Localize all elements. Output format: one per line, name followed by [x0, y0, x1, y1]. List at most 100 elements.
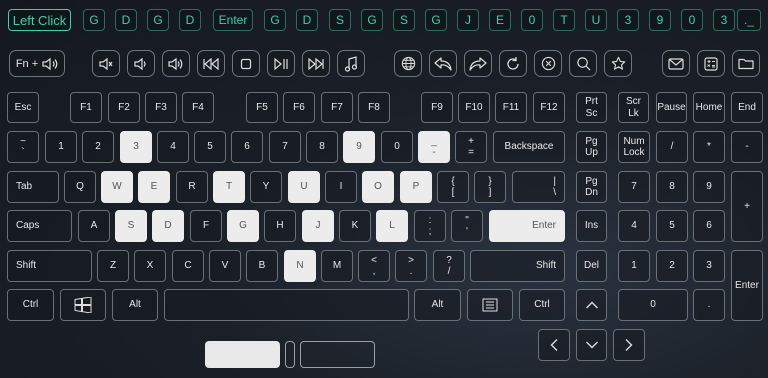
key-i[interactable]: I: [325, 171, 357, 203]
key-d[interactable]: D: [152, 210, 184, 242]
key-b[interactable]: B: [246, 250, 278, 282]
key-numpad-8[interactable]: 8: [656, 171, 688, 203]
key-page-down[interactable]: Pg Dn: [576, 171, 607, 203]
key-left-alt[interactable]: Alt: [112, 289, 158, 321]
key-minus[interactable]: _ -: [418, 131, 450, 163]
key-f4[interactable]: F4: [182, 92, 214, 123]
key-arrow-right[interactable]: [613, 329, 645, 361]
key-arrow-left[interactable]: [538, 329, 570, 361]
key-numpad-add[interactable]: +: [731, 171, 763, 242]
key-1[interactable]: 1: [45, 131, 77, 163]
browser-forward-button[interactable]: [464, 50, 492, 77]
touchpad-right-button[interactable]: [300, 341, 375, 368]
key-arrow-down[interactable]: [576, 329, 607, 361]
key-2[interactable]: 2: [82, 131, 114, 163]
volume-mute-button[interactable]: [92, 50, 120, 77]
volume-down-button[interactable]: [127, 50, 155, 77]
history-item[interactable]: G: [425, 9, 447, 31]
key-numpad-5[interactable]: 5: [656, 210, 688, 242]
key-right-bracket[interactable]: }]: [474, 171, 506, 203]
history-item[interactable]: D: [179, 9, 201, 31]
key-8[interactable]: 8: [306, 131, 338, 163]
history-item[interactable]: D: [296, 9, 318, 31]
volume-up-button[interactable]: [162, 50, 190, 77]
key-numpad-1[interactable]: 1: [618, 250, 650, 282]
key-numpad-divide[interactable]: /: [656, 131, 688, 163]
history-item-left-click[interactable]: Left Click: [8, 9, 71, 31]
history-item[interactable]: S: [393, 9, 415, 31]
key-space[interactable]: [164, 289, 409, 321]
history-item[interactable]: G: [264, 9, 286, 31]
key-delete[interactable]: Del: [576, 250, 607, 282]
key-left-ctrl[interactable]: Ctrl: [7, 289, 54, 321]
key-9[interactable]: 9: [343, 131, 375, 163]
key-print-screen[interactable]: Prt Sc: [576, 92, 607, 123]
key-numpad-0[interactable]: 0: [618, 289, 688, 321]
key-tilde[interactable]: ~ `: [7, 131, 39, 163]
key-f6[interactable]: F6: [283, 92, 315, 123]
key-5[interactable]: 5: [194, 131, 226, 163]
key-f5[interactable]: F5: [246, 92, 278, 123]
key-slash[interactable]: ? /: [433, 250, 465, 282]
music-button[interactable]: [337, 50, 365, 77]
key-right-shift[interactable]: Shift: [470, 250, 565, 282]
key-insert[interactable]: Ins: [576, 210, 607, 242]
key-enter[interactable]: Enter: [489, 210, 565, 242]
key-q[interactable]: Q: [64, 171, 96, 203]
key-s[interactable]: S: [115, 210, 147, 242]
key-left-shift[interactable]: Shift: [7, 250, 92, 282]
key-k[interactable]: K: [339, 210, 371, 242]
history-item[interactable]: E: [489, 9, 511, 31]
history-item[interactable]: ._: [737, 9, 761, 31]
key-right-alt[interactable]: Alt: [414, 289, 461, 321]
key-backspace[interactable]: Backspace: [493, 131, 565, 163]
key-z[interactable]: Z: [97, 250, 129, 282]
key-numpad-6[interactable]: 6: [693, 210, 725, 242]
history-item[interactable]: 0: [681, 9, 703, 31]
key-t[interactable]: T: [213, 171, 245, 203]
key-tab[interactable]: Tab: [7, 171, 59, 203]
key-numpad-4[interactable]: 4: [618, 210, 650, 242]
key-f1[interactable]: F1: [70, 92, 102, 123]
key-numpad-7[interactable]: 7: [618, 171, 650, 203]
key-page-up[interactable]: Pg Up: [576, 131, 607, 163]
key-4[interactable]: 4: [157, 131, 189, 163]
key-l[interactable]: L: [376, 210, 408, 242]
key-menu[interactable]: [467, 289, 513, 321]
key-u[interactable]: U: [288, 171, 320, 203]
key-scroll-lock[interactable]: Scr Lk: [618, 92, 649, 123]
key-h[interactable]: H: [264, 210, 296, 242]
touchpad-scroll-strip[interactable]: [285, 341, 295, 368]
key-numpad-2[interactable]: 2: [656, 250, 688, 282]
browser-favorites-button[interactable]: [604, 50, 632, 77]
browser-back-button[interactable]: [429, 50, 457, 77]
key-comma[interactable]: <,: [358, 250, 390, 282]
key-j[interactable]: J: [302, 210, 334, 242]
history-item[interactable]: 0: [521, 9, 543, 31]
key-f8[interactable]: F8: [358, 92, 390, 123]
history-item[interactable]: G: [147, 9, 169, 31]
calculator-button[interactable]: [697, 50, 725, 77]
key-period[interactable]: >.: [395, 250, 427, 282]
key-m[interactable]: M: [321, 250, 353, 282]
key-n[interactable]: N: [284, 250, 316, 282]
next-track-button[interactable]: [302, 50, 330, 77]
key-a[interactable]: A: [78, 210, 110, 242]
key-x[interactable]: X: [134, 250, 166, 282]
fn-volume-button[interactable]: Fn +: [9, 50, 65, 77]
history-item[interactable]: Enter: [213, 9, 253, 31]
key-numpad-3[interactable]: 3: [693, 250, 725, 282]
browser-search-button[interactable]: [569, 50, 597, 77]
key-g[interactable]: G: [227, 210, 259, 242]
key-f3[interactable]: F3: [145, 92, 177, 123]
key-f11[interactable]: F11: [495, 92, 527, 123]
key-caps-lock[interactable]: Caps: [7, 210, 72, 242]
history-item[interactable]: S: [329, 9, 351, 31]
touchpad-left-button[interactable]: [205, 341, 280, 368]
browser-home-button[interactable]: [394, 50, 422, 77]
previous-track-button[interactable]: [197, 50, 225, 77]
key-r[interactable]: R: [176, 171, 208, 203]
key-numpad-multiply[interactable]: *: [693, 131, 725, 163]
key-right-ctrl[interactable]: Ctrl: [519, 289, 565, 321]
key-e[interactable]: E: [138, 171, 170, 203]
